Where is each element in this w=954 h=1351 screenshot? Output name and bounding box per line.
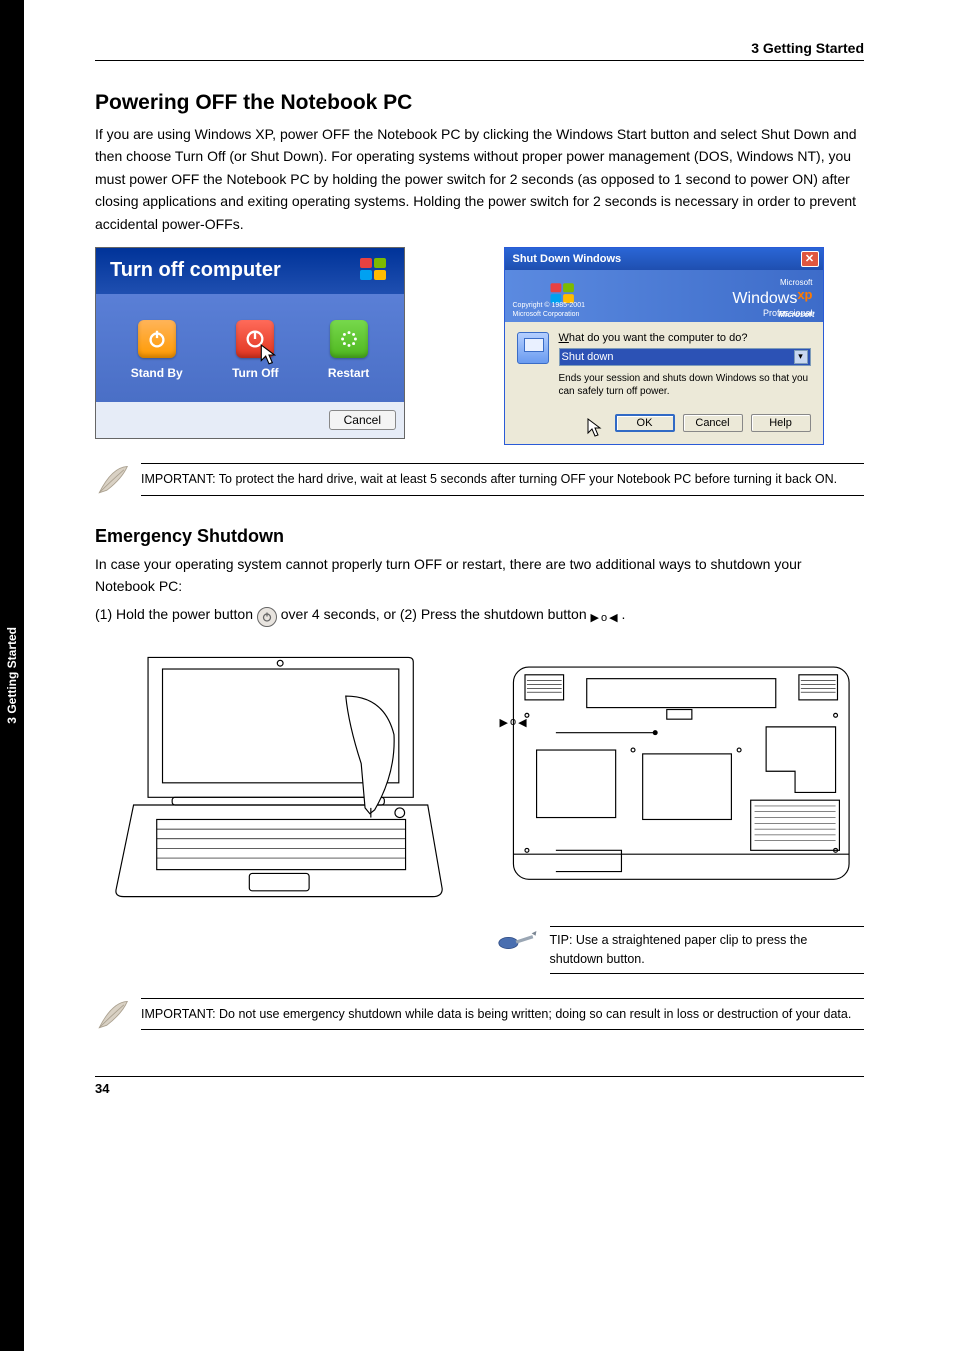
header-rule bbox=[95, 60, 864, 61]
power-icon bbox=[257, 607, 277, 627]
turn-off-titlebar: Turn off computer bbox=[96, 248, 404, 294]
action-dropdown[interactable]: Shut down ▾ bbox=[559, 348, 811, 366]
shutdown-footer: OK Cancel Help bbox=[505, 404, 823, 444]
shutdown-title-text: Shut Down Windows bbox=[513, 253, 622, 265]
important-note-2-text: IMPORTANT: Do not use emergency shutdown… bbox=[141, 1005, 864, 1024]
feather-icon bbox=[95, 463, 129, 497]
shutdown-description: Ends your session and shuts down Windows… bbox=[559, 372, 811, 398]
standby-label: Stand By bbox=[131, 366, 183, 380]
microsoft-brand: Microsoft bbox=[779, 310, 815, 319]
emergency-intro: In case your operating system cannot pro… bbox=[95, 553, 864, 598]
section-title-poweroff: Powering OFF the Notebook PC bbox=[95, 91, 864, 115]
cursor-icon bbox=[587, 418, 603, 438]
turn-off-footer: Cancel bbox=[96, 402, 404, 438]
restart-icon bbox=[330, 320, 368, 358]
shutdown-button-marker: ▶o◀ bbox=[500, 716, 527, 729]
turnoff-icon bbox=[236, 320, 274, 358]
tip-row: TIP: Use a straightened paper clip to pr… bbox=[498, 926, 865, 974]
page-header: 3 Getting Started bbox=[95, 40, 864, 56]
important-note-text: IMPORTANT: To protect the hard drive, wa… bbox=[141, 470, 864, 489]
laptop-bottom-diagram: ▶o◀ bbox=[498, 638, 865, 918]
feather-icon bbox=[95, 998, 129, 1032]
shutdown-banner: Microsoft Windowsxp Professional Copyrig… bbox=[505, 270, 823, 322]
windows-flag-icon bbox=[360, 258, 390, 284]
chevron-down-icon: ▾ bbox=[794, 350, 808, 364]
close-button[interactable]: ✕ bbox=[801, 251, 819, 267]
important-note-row: IMPORTANT: To protect the hard drive, wa… bbox=[95, 463, 864, 502]
tip-text: TIP: Use a straightened paper clip to pr… bbox=[550, 931, 865, 969]
cancel-button[interactable]: Cancel bbox=[683, 414, 743, 432]
shutdown-titlebar: Shut Down Windows ✕ bbox=[505, 248, 823, 270]
xp-suffix: xp bbox=[797, 287, 812, 302]
ok-button[interactable]: OK bbox=[615, 414, 675, 432]
copyright-text: Copyright © 1985-2001 Microsoft Corporat… bbox=[513, 302, 585, 319]
standby-icon bbox=[138, 320, 176, 358]
important-note-row-2: IMPORTANT: Do not use emergency shutdown… bbox=[95, 998, 864, 1037]
microsoft-small: Microsoft bbox=[732, 278, 812, 287]
page-footer: 34 bbox=[95, 1076, 864, 1096]
emergency-options: (1) Hold the power button over 4 seconds… bbox=[95, 603, 864, 628]
shutdown-button-icon: ▶o◀ bbox=[591, 610, 618, 628]
shutdown-body: What do you want the computer to do? Shu… bbox=[505, 322, 823, 404]
turnoff-label: Turn Off bbox=[232, 366, 278, 380]
computer-icon bbox=[517, 332, 549, 364]
turn-off-dialog: Turn off computer Stand By bbox=[95, 247, 405, 439]
turn-off-title-text: Turn off computer bbox=[110, 259, 281, 282]
shutdown-dialog: Shut Down Windows ✕ Microsoft Windowsxp … bbox=[504, 247, 824, 445]
laptop-power-diagram bbox=[95, 638, 462, 918]
turnoff-button[interactable]: Turn Off bbox=[232, 320, 278, 380]
help-button[interactable]: Help bbox=[751, 414, 811, 432]
cancel-button[interactable]: Cancel bbox=[329, 410, 396, 430]
standby-button[interactable]: Stand By bbox=[131, 320, 183, 380]
emergency-shutdown-title: Emergency Shutdown bbox=[95, 526, 864, 547]
dropdown-value: Shut down bbox=[562, 351, 614, 363]
shutdown-prompt: What do you want the computer to do? bbox=[559, 332, 811, 344]
windows-word: Windows bbox=[732, 290, 797, 307]
restart-label: Restart bbox=[328, 366, 369, 380]
restart-button[interactable]: Restart bbox=[328, 320, 369, 380]
screwdriver-icon bbox=[498, 926, 538, 952]
cursor-icon bbox=[258, 344, 280, 366]
poweroff-paragraph: If you are using Windows XP, power OFF t… bbox=[95, 123, 864, 235]
turn-off-body: Stand By Turn Off bbox=[96, 294, 404, 402]
